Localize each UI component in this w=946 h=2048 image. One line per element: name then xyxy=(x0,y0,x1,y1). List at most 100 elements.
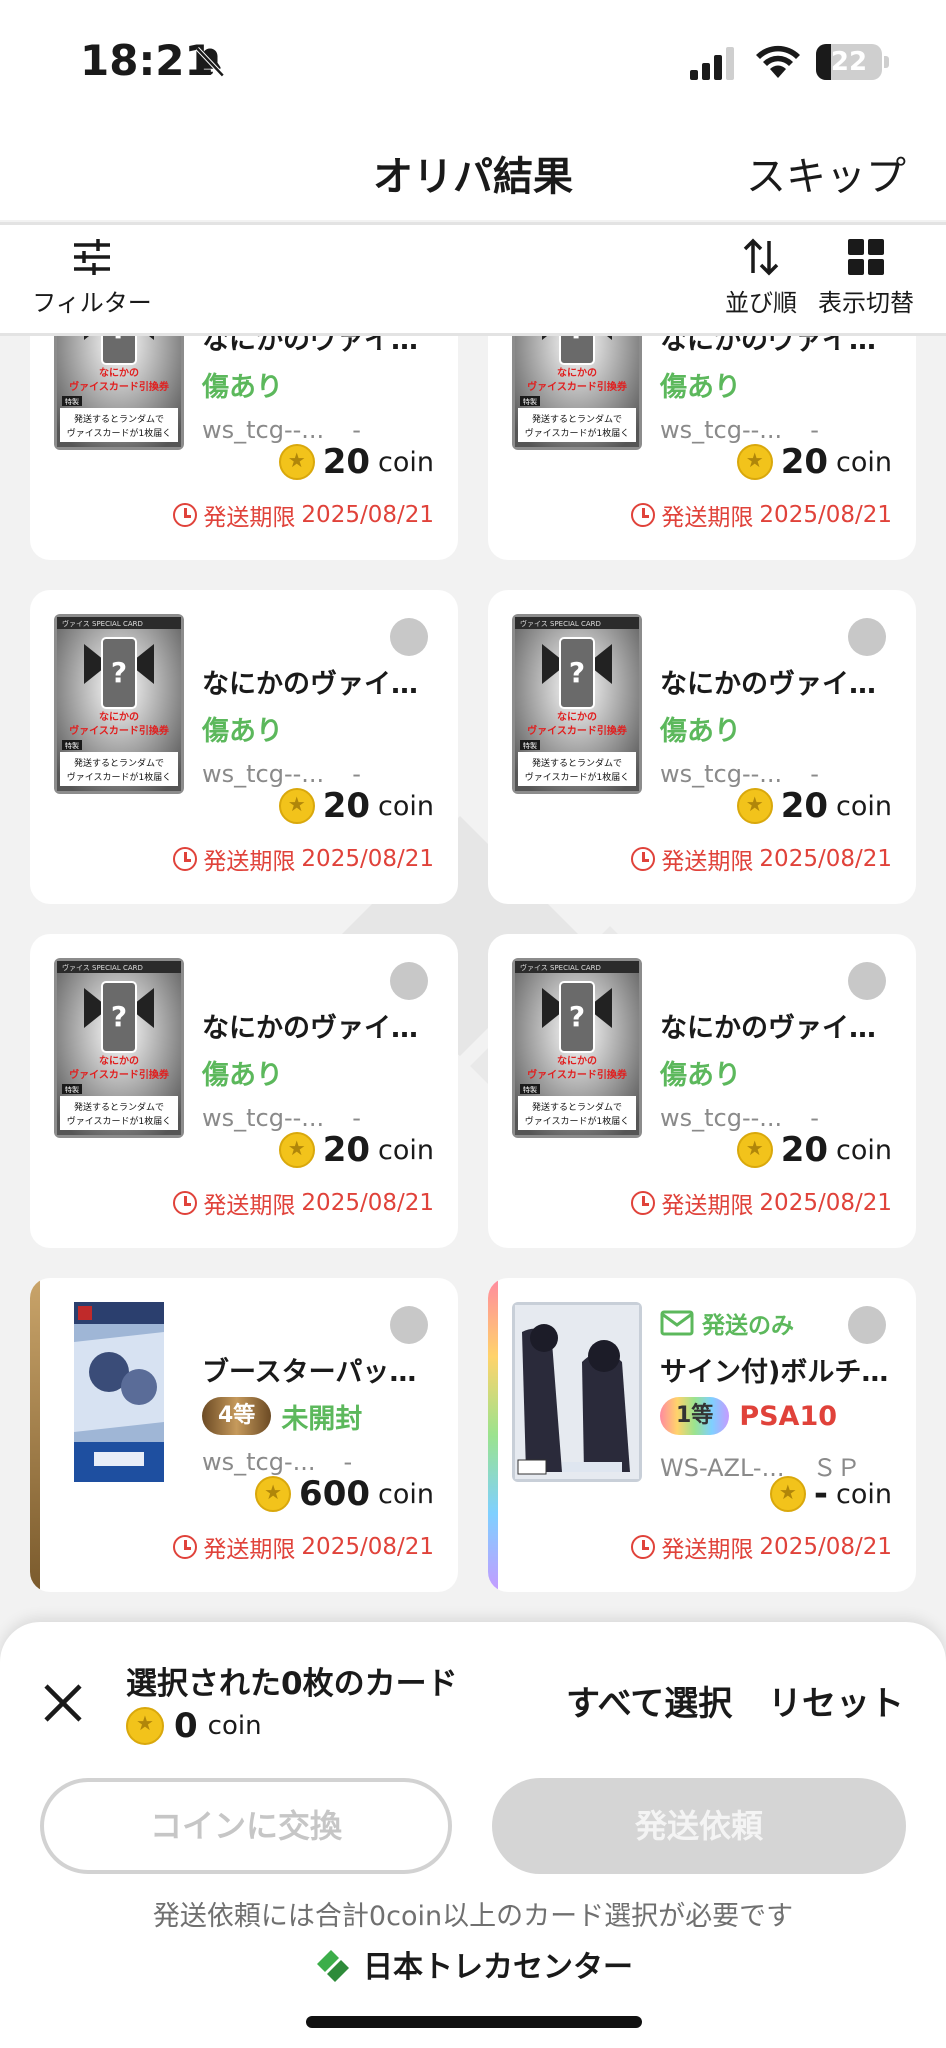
ticket-top-text: ヴァイス SPECIAL CARD xyxy=(520,963,601,972)
card-condition: 未開封 xyxy=(281,1403,363,1435)
select-radio[interactable] xyxy=(848,962,886,1000)
deadline-date: 2025/08/21 xyxy=(301,502,434,528)
selected-count-label: 選択された0枚のカード xyxy=(126,1666,458,1702)
clock-icon xyxy=(173,503,198,527)
nav-header: オリパ結果 スキップ xyxy=(0,120,946,220)
ticket-title2: ヴァイスカード引換券 xyxy=(69,724,170,737)
ship-deadline: 発送期限 2025/08/21 xyxy=(173,498,434,532)
reset-button[interactable]: リセット xyxy=(768,1676,904,1725)
result-card[interactable]: ヴァイス SPECIAL CARD ? なにかの ヴァイスカード引換券 特製 発… xyxy=(488,336,916,560)
card-rarity: - xyxy=(343,1448,353,1476)
card-image: ヴァイス SPECIAL CARD ? なにかの ヴァイスカード引換券 特製 発… xyxy=(512,336,642,450)
card-image: ヴァイス SPECIAL CARD ? なにかの ヴァイスカード引換券 特製 発… xyxy=(512,614,642,794)
svg-text:?: ? xyxy=(111,336,127,345)
card-code-text: WS-AZL-... xyxy=(660,1454,785,1482)
battery-icon: 22 xyxy=(816,44,882,80)
result-card[interactable]: ブースターパッ… 4等未開封 ws_tcg-...- 600 coin 発送期限… xyxy=(30,1278,458,1592)
result-card[interactable]: ヴァイス SPECIAL CARD ? なにかの ヴァイスカード引換券 特製 発… xyxy=(488,934,916,1248)
exchange-coin-button[interactable]: コインに交換 xyxy=(40,1778,452,1874)
card-name: なにかのヴァイ… xyxy=(202,1013,418,1044)
ticket-title2: ヴァイスカード引換券 xyxy=(69,1068,170,1081)
selected-coin-value: 0 xyxy=(174,1706,198,1746)
clock-icon xyxy=(631,847,656,871)
select-radio[interactable] xyxy=(390,618,428,656)
ship-request-button[interactable]: 発送依頼 xyxy=(492,1778,906,1874)
select-radio[interactable] xyxy=(390,962,428,1000)
card-image: ヴァイス SPECIAL CARD ? なにかの ヴァイスカード引換券 特製 発… xyxy=(54,336,184,450)
price-value: 20 xyxy=(780,442,829,482)
ticket-tag: 特製 xyxy=(523,397,537,406)
select-all-button[interactable]: すべて選択 xyxy=(566,1676,732,1725)
ship-only-label: 発送のみ xyxy=(702,1313,794,1339)
card-thumbnail: ヴァイス SPECIAL CARD ? なにかの ヴァイスカード引換券 特製 発… xyxy=(54,958,184,1138)
view-toggle-button[interactable]: 表示切替 xyxy=(814,237,918,318)
price-unit: coin xyxy=(378,446,434,478)
signal-icon xyxy=(690,47,734,80)
filter-icon xyxy=(74,239,110,275)
close-icon[interactable] xyxy=(38,1678,88,1728)
card-tags: 傷あり xyxy=(660,1052,741,1092)
card-image: ヴァイス SPECIAL CARD ? なにかの ヴァイスカード引換券 特製 発… xyxy=(512,958,642,1138)
coin-icon xyxy=(126,1707,164,1745)
filter-button[interactable]: フィルター xyxy=(30,237,154,318)
card-tags: 傷あり xyxy=(660,708,741,748)
ticket-line2: ヴァイスカードが1枚届く xyxy=(525,427,629,439)
card-condition: 傷あり xyxy=(202,371,283,403)
card-code: ws_tcg--... - xyxy=(202,1104,361,1132)
coin-icon xyxy=(278,1132,315,1168)
sort-button[interactable]: 並び順 xyxy=(718,237,804,318)
ship-deadline: 発送期限 2025/08/21 xyxy=(631,842,892,876)
card-name: なにかのヴァイ… xyxy=(202,336,418,356)
ticket-line2: ヴァイスカードが1枚届く xyxy=(525,771,629,783)
ticket-tag: 特製 xyxy=(65,397,79,406)
deadline-label: 発送期限 xyxy=(203,1193,296,1219)
coin-icon xyxy=(255,1476,292,1512)
ticket-line1: 発送するとランダムで xyxy=(74,757,164,769)
skip-button[interactable]: スキップ xyxy=(746,144,906,202)
result-card[interactable]: ヴァイス SPECIAL CARD ? なにかの ヴァイスカード引換券 特製 発… xyxy=(30,934,458,1248)
card-thumbnail: ヴァイス SPECIAL CARD ? なにかの ヴァイスカード引換券 特製 発… xyxy=(512,958,642,1138)
select-radio[interactable] xyxy=(848,1306,886,1344)
card-price: 20 coin xyxy=(278,442,434,482)
select-radio[interactable] xyxy=(848,618,886,656)
card-thumbnail: ヴァイス SPECIAL CARD ? なにかの ヴァイスカード引換券 特製 発… xyxy=(512,614,642,794)
card-code-text: ws_tcg--... xyxy=(202,416,325,444)
card-name: ブースターパッ… xyxy=(202,1357,417,1388)
result-card[interactable]: ヴァイス SPECIAL CARD ? なにかの ヴァイスカード引換券 特製 発… xyxy=(30,336,458,560)
home-indicator xyxy=(306,2016,642,2028)
filter-label: フィルター xyxy=(32,289,152,317)
price-unit: coin xyxy=(378,1134,434,1166)
card-rank-edge xyxy=(488,1278,498,1592)
card-price: 20 coin xyxy=(736,442,892,482)
card-image: ヴァイス SPECIAL CARD ? なにかの ヴァイスカード引換券 特製 発… xyxy=(54,614,184,794)
clock-icon xyxy=(173,1191,198,1215)
card-price: 20 coin xyxy=(736,1130,892,1170)
ticket-title2: ヴァイスカード引換券 xyxy=(527,380,628,393)
ticket-tag: 特製 xyxy=(65,741,79,750)
ship-deadline: 発送期限 2025/08/21 xyxy=(631,498,892,532)
card-list-area[interactable]: ヴァイス SPECIAL CARD ? なにかの ヴァイスカード引換券 特製 発… xyxy=(0,336,946,1626)
ticket-title2: ヴァイスカード引換券 xyxy=(527,1068,628,1081)
ticket-line1: 発送するとランダムで xyxy=(74,413,164,425)
status-bar: 18:21 22 xyxy=(0,0,946,120)
price-value: 20 xyxy=(322,1130,371,1170)
card-tags: 傷あり xyxy=(202,364,283,404)
price-unit: coin xyxy=(836,790,892,822)
coin-icon xyxy=(736,788,773,824)
select-radio[interactable] xyxy=(390,1306,428,1344)
result-card[interactable]: ヴァイス SPECIAL CARD ? なにかの ヴァイスカード引換券 特製 発… xyxy=(488,590,916,904)
ticket-tag: 特製 xyxy=(523,1085,537,1094)
deadline-date: 2025/08/21 xyxy=(301,1190,434,1216)
deadline-label: 発送期限 xyxy=(661,1193,754,1219)
card-tags: 4等 未開封 xyxy=(202,1396,362,1436)
result-card[interactable]: ヴァイス SPECIAL CARD ? なにかの ヴァイスカード引換券 特製 発… xyxy=(30,590,458,904)
card-code-text: ws_tcg-... xyxy=(202,1448,316,1476)
ticket-tag: 特製 xyxy=(65,1085,79,1094)
card-code: ws_tcg--... - xyxy=(660,760,819,788)
result-card[interactable]: 発送のみ サイン付)ボルチ… 1等PSA10 WS-AZL-...ＳＰ - co… xyxy=(488,1278,916,1592)
card-name: なにかのヴァイ… xyxy=(660,1013,876,1044)
coin-icon xyxy=(736,1132,773,1168)
card-price: 600 coin xyxy=(255,1474,434,1514)
ticket-line2: ヴァイスカードが1枚届く xyxy=(67,427,171,439)
ticket-line1: 発送するとランダムで xyxy=(532,757,622,769)
